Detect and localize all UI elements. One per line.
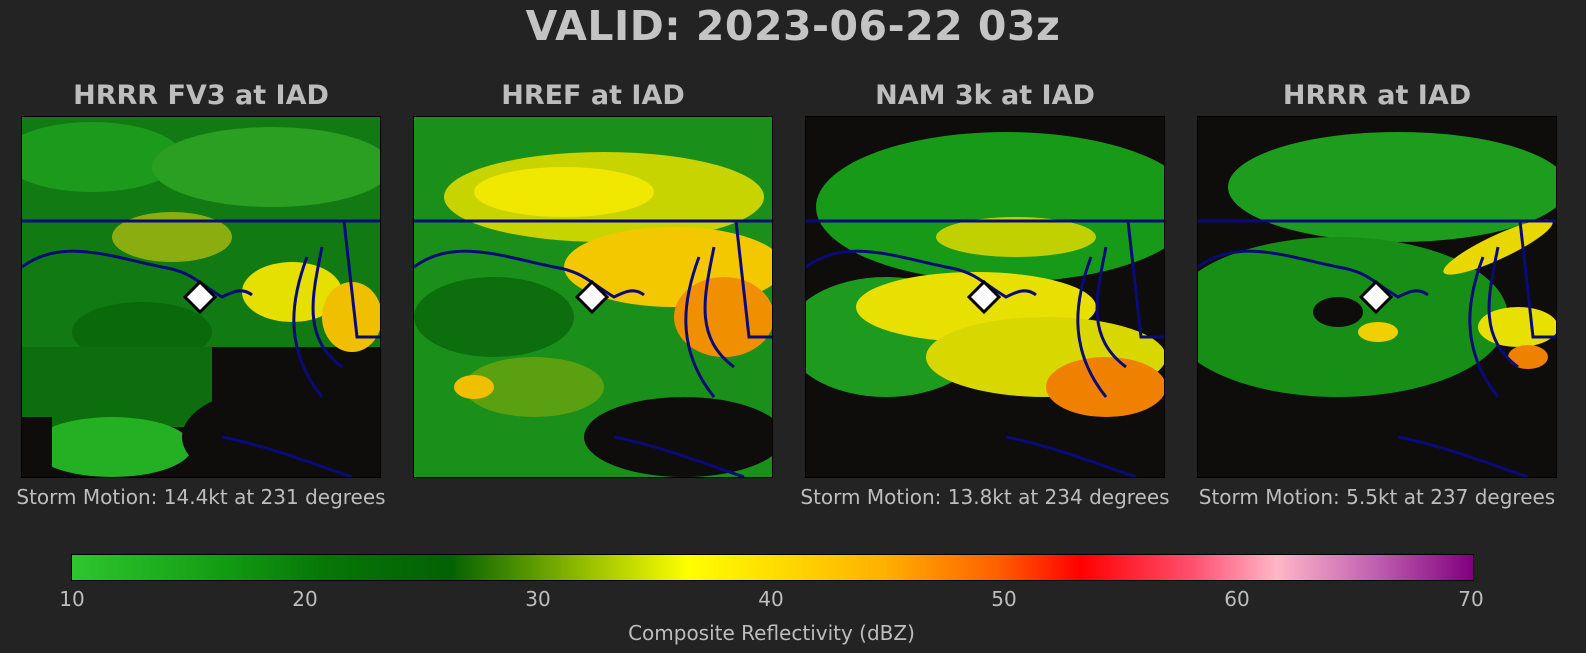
storm-motion: Storm Motion: 14.4kt at 231 degrees bbox=[16, 485, 386, 509]
colorbar-tick: 40 bbox=[758, 587, 784, 611]
colorbar-tick: 10 bbox=[59, 587, 85, 611]
colorbar-tick: 50 bbox=[991, 587, 1017, 611]
colorbar-tick: 20 bbox=[292, 587, 318, 611]
storm-motion: Storm Motion: 5.5kt at 237 degrees bbox=[1198, 485, 1556, 509]
reflectivity-map bbox=[21, 116, 381, 478]
panel-title: NAM 3k at IAD bbox=[875, 80, 1095, 111]
colorbar-tick: 30 bbox=[525, 587, 551, 611]
reflectivity-map bbox=[413, 116, 773, 478]
colorbar-tick: 60 bbox=[1224, 587, 1250, 611]
panel-title: HREF at IAD bbox=[501, 80, 685, 111]
reflectivity-map bbox=[1197, 116, 1557, 478]
figure-title: VALID: 2023-06-22 03z bbox=[525, 2, 1061, 50]
colorbar bbox=[71, 554, 1474, 581]
panel-title: HRRR at IAD bbox=[1282, 80, 1472, 111]
colorbar-label: Composite Reflectivity (dBZ) bbox=[628, 621, 915, 645]
reflectivity-map bbox=[805, 116, 1165, 478]
panel-title: HRRR FV3 at IAD bbox=[73, 80, 329, 111]
storm-motion: Storm Motion: 13.8kt at 234 degrees bbox=[800, 485, 1170, 509]
colorbar-tick: 70 bbox=[1458, 587, 1484, 611]
